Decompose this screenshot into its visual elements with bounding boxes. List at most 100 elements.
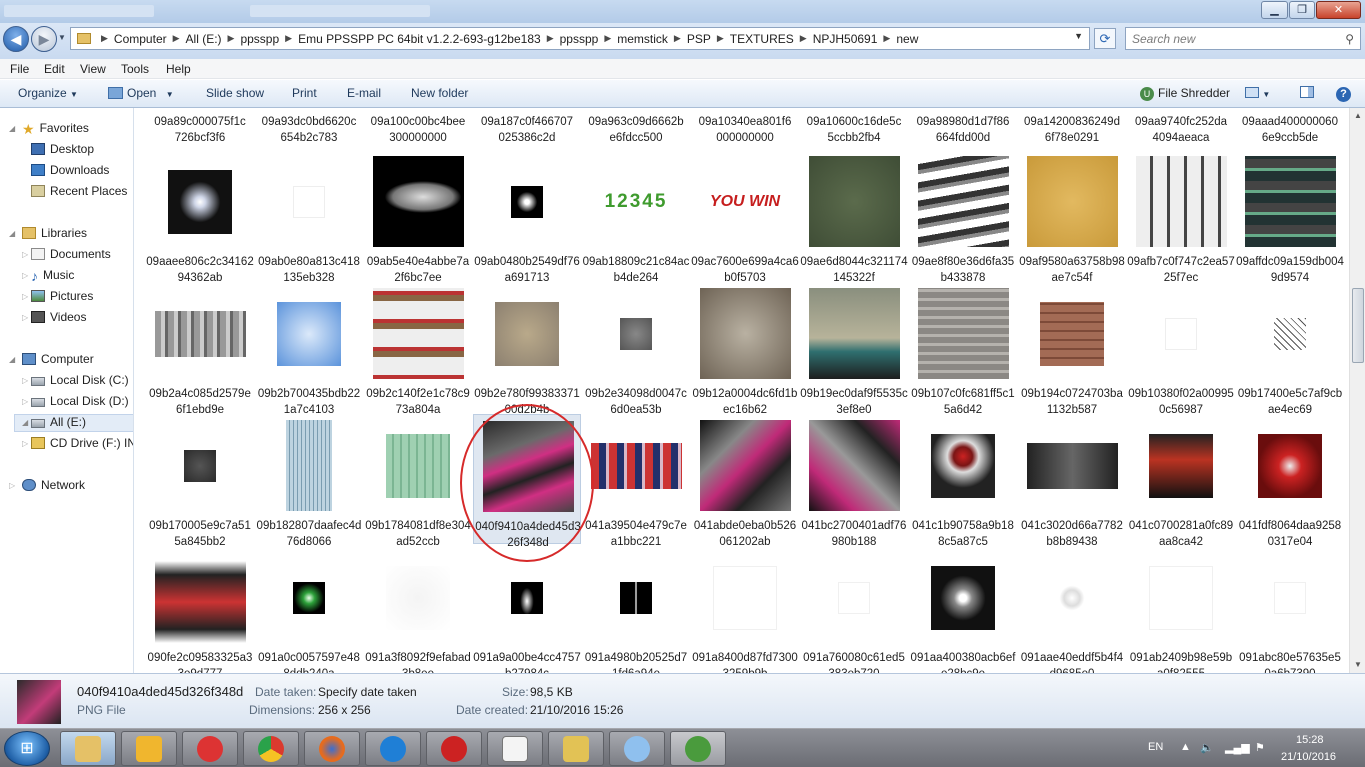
open-button[interactable]: Open ▼: [108, 86, 174, 100]
file-tile[interactable]: 041a39504e479c7ea1bbc221: [582, 414, 690, 548]
expand-icon[interactable]: ▷: [22, 313, 28, 322]
help-button[interactable]: ?: [1336, 86, 1351, 102]
scroll-up-icon[interactable]: ▲: [1350, 108, 1365, 124]
breadcrumb-ppsspp[interactable]: ppsspp: [238, 32, 281, 46]
expand-icon[interactable]: ▷: [22, 397, 28, 406]
address-bar[interactable]: ▶ Computer ▶ All (E:) ▶ ppsspp ▶ Emu PPSSPP…: [70, 27, 1090, 50]
nav-pictures[interactable]: Pictures: [31, 289, 93, 303]
taskbar-app-red[interactable]: [182, 731, 238, 766]
expand-icon[interactable]: ▷: [22, 271, 28, 280]
breadcrumb-separator[interactable]: ▶: [224, 33, 239, 44]
menu-edit[interactable]: Edit: [44, 62, 65, 76]
nav-recent-places[interactable]: Recent Places: [31, 184, 127, 198]
file-label-partial[interactable]: 09a93dc0bd6620c 654b2c783: [255, 114, 363, 146]
refresh-button[interactable]: ⟳: [1094, 28, 1116, 49]
file-tile[interactable]: 091a4980b20525d71fd6a94e: [582, 546, 690, 673]
file-tile[interactable]: 091aa400380acb6efe28bc9e: [909, 546, 1017, 673]
file-tile[interactable]: 091abc80e57635e50a6b7390: [1236, 546, 1344, 673]
file-tile[interactable]: 09affdc09a159db0049d9574: [1236, 150, 1344, 284]
clock-date[interactable]: 21/10/2016: [1281, 751, 1336, 763]
nav-local-disk-c[interactable]: Local Disk (C:): [31, 373, 129, 387]
file-tile[interactable]: 09ae8f80e36d6fa35b433878: [909, 150, 1017, 284]
file-tile[interactable]: 09b2a4c085d2579e6f1ebd9e: [146, 282, 254, 416]
file-tile[interactable]: 09b17400e5c7af9cbae4ec69: [1236, 282, 1344, 416]
date-taken-value[interactable]: Specify date taken: [318, 685, 417, 699]
breadcrumb-separator[interactable]: ▶: [879, 33, 894, 44]
expand-icon[interactable]: ▷: [22, 376, 28, 385]
taskbar-firefox[interactable]: [304, 731, 360, 766]
breadcrumb-all-e[interactable]: All (E:): [184, 32, 224, 46]
menu-view[interactable]: View: [80, 62, 106, 76]
file-tile[interactable]: 091a8400d87fd73003259b9b: [691, 546, 799, 673]
taskbar-app-notepad[interactable]: [487, 731, 543, 766]
nav-videos[interactable]: Videos: [31, 310, 86, 324]
taskbar-chrome[interactable]: [243, 731, 299, 766]
vertical-scrollbar[interactable]: ▲ ▼: [1349, 108, 1365, 673]
taskbar-idm[interactable]: [670, 731, 726, 766]
breadcrumb-separator[interactable]: ▶: [543, 33, 558, 44]
nav-network[interactable]: Network: [22, 478, 85, 492]
file-shredder-button[interactable]: U File Shredder: [1140, 86, 1230, 101]
scroll-down-icon[interactable]: ▼: [1350, 657, 1365, 673]
file-tile[interactable]: 091a0c0057597e488ddb240a: [255, 546, 363, 673]
file-tile[interactable]: 09b170005e9c7a515a845bb2: [146, 414, 254, 548]
breadcrumb-psp[interactable]: PSP: [685, 32, 713, 46]
file-tile[interactable]: 09b1784081df8e304ad52ccb: [364, 414, 472, 548]
menu-help[interactable]: Help: [166, 62, 191, 76]
breadcrumb-separator[interactable]: ▶: [600, 33, 615, 44]
file-tile[interactable]: 091a3f8092f9efabad3b8ee: [364, 546, 472, 673]
search-icon[interactable]: ⚲: [1345, 32, 1354, 46]
expand-icon[interactable]: ▷: [9, 481, 15, 490]
file-tile[interactable]: 09af9580a63758b98ae7c54f: [1018, 150, 1126, 284]
file-tile[interactable]: YOU WIN 09ac7600e699a4ca6b0f5703: [691, 150, 799, 284]
file-tile[interactable]: 09b12a0004dc6fd1bec16b62: [691, 282, 799, 416]
collapse-icon[interactable]: ◢: [22, 418, 28, 427]
nav-desktop[interactable]: Desktop: [31, 142, 94, 156]
file-tile[interactable]: 12345 09ab18809c21c84acb4de264: [582, 150, 690, 284]
file-tile[interactable]: 09b2e780f9938337100d2b4b: [473, 282, 581, 416]
new-folder-button[interactable]: New folder: [411, 86, 468, 100]
view-options-button[interactable]: ▼: [1245, 86, 1270, 100]
volume-icon[interactable]: 🔈: [1200, 741, 1214, 754]
maximize-button[interactable]: ❐: [1289, 1, 1315, 19]
file-tile[interactable]: 041c1b90758a9b188c5a87c5: [909, 414, 1017, 548]
slideshow-button[interactable]: Slide show: [206, 86, 264, 100]
file-tile[interactable]: 041c3020d66a7782b8b89438: [1018, 414, 1126, 548]
nav-favorites[interactable]: ★ Favorites: [22, 121, 89, 137]
start-button[interactable]: ⊞: [4, 731, 50, 766]
show-hidden-icons-icon[interactable]: ▲: [1180, 741, 1191, 753]
file-label-partial[interactable]: 09a14200836249d 6f78e0291: [1018, 114, 1126, 146]
file-tile[interactable]: 091aae40eddf5b4f4d9685e0: [1018, 546, 1126, 673]
file-tile[interactable]: 09b10380f02a009950c56987: [1127, 282, 1235, 416]
file-tile[interactable]: 09b182807daafec4d76d8066: [255, 414, 363, 548]
file-tile[interactable]: 09aaee806c2c3416294362ab: [146, 150, 254, 284]
file-tile[interactable]: 091ab2409b98e59ba0f82555: [1127, 546, 1235, 673]
expand-icon[interactable]: ▷: [22, 292, 28, 301]
nav-all-e[interactable]: All (E:): [31, 415, 86, 429]
file-tile[interactable]: 09afb7c0f747c2ea5725f7ec: [1127, 150, 1235, 284]
flag-icon[interactable]: ⚑: [1255, 741, 1265, 754]
organize-button[interactable]: Organize ▼: [18, 86, 78, 100]
breadcrumb-emu[interactable]: Emu PPSSPP PC 64bit v1.2.2-693-g12be183: [296, 32, 543, 46]
nav-cd-drive-f[interactable]: CD Drive (F:) IN: [31, 436, 133, 450]
nav-documents[interactable]: Documents: [31, 247, 111, 261]
collapse-icon[interactable]: ◢: [9, 124, 15, 133]
nav-local-disk-d[interactable]: Local Disk (D:): [31, 394, 129, 408]
search-input[interactable]: Search new ⚲: [1125, 27, 1361, 50]
breadcrumb-separator[interactable]: ▶: [670, 33, 685, 44]
breadcrumb-separator[interactable]: ▶: [281, 33, 296, 44]
breadcrumb-separator[interactable]: ▶: [796, 33, 811, 44]
file-tile[interactable]: 041c0700281a0fc89aa8ca42: [1127, 414, 1235, 548]
close-button[interactable]: ✕: [1316, 1, 1361, 19]
file-label-partial[interactable]: 09a10600c16de5c 5ccbb2fb4: [800, 114, 908, 146]
file-tile[interactable]: 090fe2c09583325a33e9d777: [146, 546, 254, 673]
address-dropdown-icon[interactable]: ▼: [1074, 31, 1083, 41]
file-tile[interactable]: 09b2c140f2e1c78c973a804a: [364, 282, 472, 416]
file-label-partial[interactable]: 09a100c00bc4bee 300000000: [364, 114, 472, 146]
taskbar-winamp[interactable]: [121, 731, 177, 766]
file-tile[interactable]: 09ab5e40e4abbe7a2f6bc7ee: [364, 150, 472, 284]
file-label-partial[interactable]: 09a89c000075f1c 726bcf3f6: [146, 114, 254, 146]
breadcrumb-separator[interactable]: ▶: [713, 33, 728, 44]
file-tile[interactable]: 09b194c0724703ba1132b587: [1018, 282, 1126, 416]
taskbar-explorer[interactable]: [60, 731, 116, 766]
